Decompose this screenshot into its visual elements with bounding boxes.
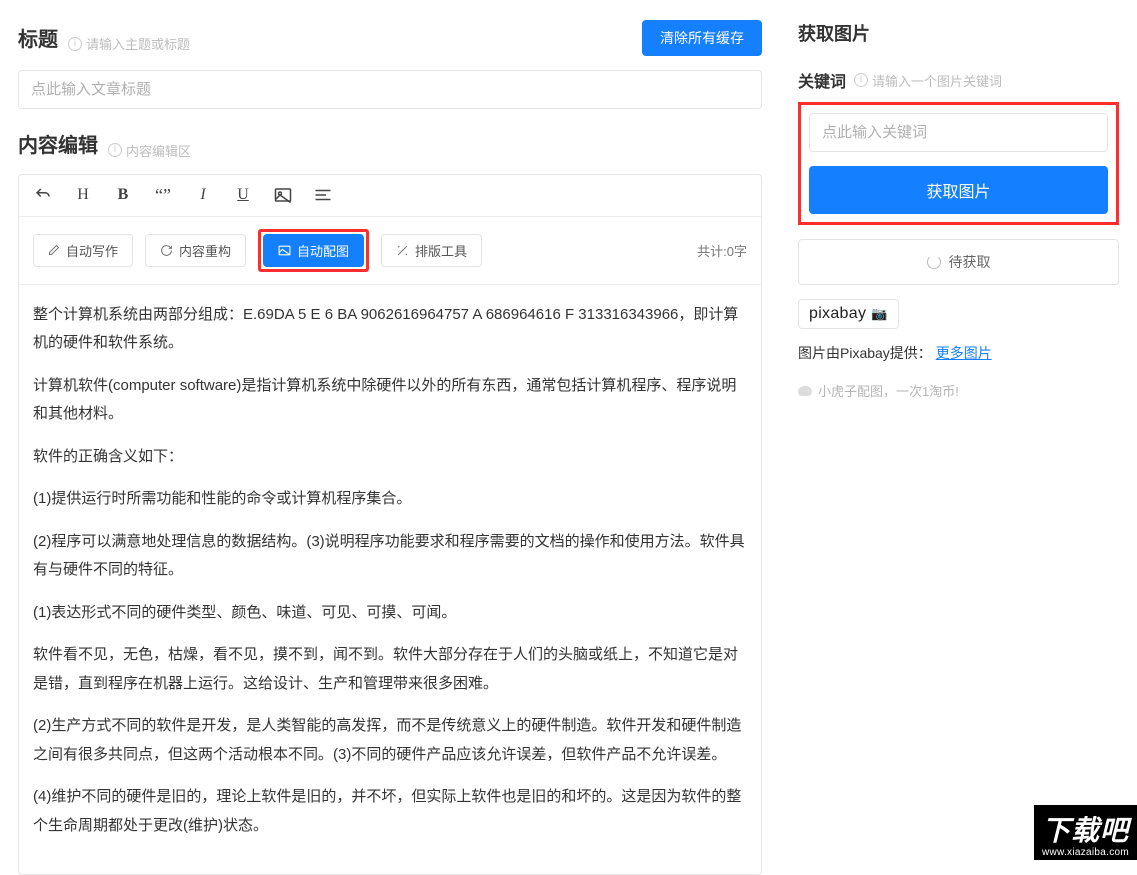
- info-icon: i: [68, 37, 82, 51]
- wand-icon: [396, 244, 409, 257]
- fetch-image-button[interactable]: 获取图片: [809, 166, 1108, 214]
- clear-cache-button[interactable]: 清除所有缓存: [642, 20, 762, 56]
- format-toolbar: H B “” I U: [19, 175, 761, 217]
- watermark-text: 下载吧: [1042, 809, 1129, 849]
- paragraph: 计算机软件(computer software)是指计算机系统中除硬件以外的所有…: [33, 372, 747, 429]
- char-count: 共计:0字: [697, 241, 747, 260]
- title-heading-row: 标题 i 请输入主题或标题 清除所有缓存: [18, 20, 762, 56]
- paragraph: 软件的正确含义如下：: [33, 443, 747, 472]
- undo-icon[interactable]: [33, 186, 53, 204]
- highlight-box-side: 获取图片: [798, 102, 1119, 225]
- heading-icon[interactable]: H: [73, 186, 93, 204]
- credit-row: 图片由Pixabay提供： 更多图片: [798, 343, 1119, 363]
- refresh-icon: [160, 244, 173, 257]
- loading-icon: [927, 255, 941, 269]
- paragraph: (2)程序可以满意地处理信息的数据结构。(3)说明程序功能要求和程序需要的文档的…: [33, 528, 747, 585]
- title-input[interactable]: [18, 70, 762, 109]
- pencil-icon: [48, 244, 60, 256]
- bold-icon[interactable]: B: [113, 186, 133, 204]
- camera-icon: 📷: [871, 306, 888, 321]
- more-images-link[interactable]: 更多图片: [936, 345, 992, 361]
- layout-tool-button[interactable]: 排版工具: [381, 234, 482, 267]
- editor: H B “” I U 自动写作 内容重: [18, 174, 762, 875]
- paragraph: 软件看不见，无色，枯燥，看不见，摸不到，闻不到。软件大部分存在于人们的头脑或纸上…: [33, 641, 747, 698]
- content-rewrite-button[interactable]: 内容重构: [145, 234, 246, 267]
- paragraph: (1)提供运行时所需功能和性能的命令或计算机程序集合。: [33, 485, 747, 514]
- sidebar-title: 获取图片: [798, 20, 1119, 46]
- paragraph: (2)生产方式不同的软件是开发，是人类智能的高发挥，而不是传统意义上的硬件制造。…: [33, 712, 747, 769]
- title-hint: i 请输入主题或标题: [68, 34, 190, 53]
- paragraph: (4)维护不同的硬件是旧的，理论上软件是旧的，并不坏，但实际上软件也是旧的和坏的…: [33, 783, 747, 840]
- action-toolbar: 自动写作 内容重构 自动配图 排版工具 共计:0字: [19, 217, 761, 285]
- title-label: 标题: [18, 23, 58, 52]
- quote-icon[interactable]: “”: [153, 185, 173, 206]
- pending-status: 待获取: [798, 239, 1119, 285]
- content-hint: i 内容编辑区: [108, 141, 191, 160]
- keyword-hint: i 请输入一个图片关键词: [854, 71, 1002, 90]
- align-icon[interactable]: [313, 187, 333, 203]
- keyword-input[interactable]: [809, 113, 1108, 152]
- picture-icon: [278, 244, 291, 257]
- watermark-url: www.xiazaiba.com: [1042, 847, 1129, 858]
- underline-icon[interactable]: U: [233, 186, 253, 204]
- paragraph: (1)表达形式不同的硬件类型、颜色、味道、可见、可摸、可闻。: [33, 599, 747, 628]
- paragraph: 整个计算机系统由两部分组成：E.69DA 5 E 6 BA 9062616964…: [33, 301, 747, 358]
- pixabay-badge: pixabay 📷: [798, 299, 899, 329]
- keyword-row: 关键词 i 请输入一个图片关键词: [798, 68, 1119, 92]
- image-icon[interactable]: [273, 187, 293, 203]
- auto-write-button[interactable]: 自动写作: [33, 234, 133, 267]
- editor-content[interactable]: 整个计算机系统由两部分组成：E.69DA 5 E 6 BA 9062616964…: [19, 285, 761, 875]
- info-icon: i: [108, 143, 122, 157]
- footnote: 小虎子配图，一次1淘币!: [798, 381, 1119, 400]
- auto-image-button[interactable]: 自动配图: [263, 234, 364, 267]
- main-column: 标题 i 请输入主题或标题 清除所有缓存 内容编辑 i 内容编辑区: [0, 0, 780, 875]
- sidebar: 获取图片 关键词 i 请输入一个图片关键词 获取图片 待获取 pixabay 📷…: [780, 0, 1137, 875]
- highlight-box: 自动配图: [258, 229, 369, 272]
- cloud-icon: [798, 386, 812, 396]
- info-icon: i: [854, 73, 868, 87]
- keyword-label: 关键词: [798, 68, 846, 92]
- watermark: 下载吧 www.xiazaiba.com: [1034, 805, 1137, 860]
- italic-icon[interactable]: I: [193, 186, 213, 204]
- content-label: 内容编辑: [18, 129, 98, 158]
